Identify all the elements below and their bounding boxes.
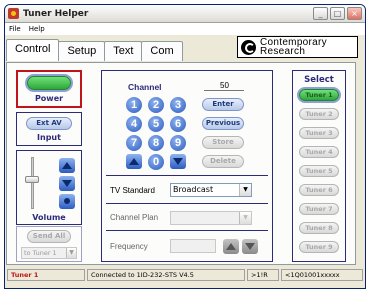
dot-icon xyxy=(64,198,70,204)
volume-up-button[interactable] xyxy=(59,158,75,173)
volume-label: Volume xyxy=(32,213,66,222)
status-bar: Tuner 1 Connected to 1ID-232-STS V4.5 >1… xyxy=(5,268,365,283)
store-button[interactable]: Store xyxy=(202,136,244,149)
arrow-up-icon xyxy=(62,162,72,169)
tv-standard-select[interactable]: Broadcast ▼ xyxy=(170,183,252,197)
keypad-8[interactable]: 8 xyxy=(148,135,164,151)
minimize-button[interactable]: _ xyxy=(313,7,328,20)
tab-control[interactable]: Control xyxy=(6,39,60,61)
tuner-5-button[interactable]: Tuner 5 xyxy=(299,165,339,177)
send-all-group: Send All to Tuner 1 ▼ xyxy=(16,226,82,262)
divider xyxy=(106,230,268,231)
channel-down-button[interactable] xyxy=(170,154,186,169)
tuner-8-button[interactable]: Tuner 8 xyxy=(299,222,339,234)
power-group: Power xyxy=(16,70,82,108)
tv-standard-value: Broadcast xyxy=(173,185,214,194)
logo-line-2: Research xyxy=(260,46,306,57)
send-target-value: to Tuner 1 xyxy=(24,249,57,257)
dropdown-caret-icon: ▼ xyxy=(239,184,251,196)
menu-file[interactable]: File xyxy=(9,25,21,33)
channel-plan-select[interactable]: ▼ xyxy=(170,211,252,225)
dropdown-caret-icon: ▼ xyxy=(239,212,251,224)
window-title: Tuner Helper xyxy=(23,8,89,19)
delete-button[interactable]: Delete xyxy=(202,155,244,168)
input-button[interactable]: Ext AV xyxy=(26,117,72,130)
keypad-9[interactable]: 9 xyxy=(170,135,186,151)
frequency-down-button[interactable] xyxy=(242,239,258,254)
keypad-1[interactable]: 1 xyxy=(126,97,142,113)
channel-value-underline xyxy=(204,90,244,91)
previous-button[interactable]: Previous xyxy=(202,117,244,130)
divider xyxy=(106,175,268,176)
arrow-down-icon xyxy=(173,158,183,165)
tuner-6-button[interactable]: Tuner 6 xyxy=(299,184,339,196)
channel-group: Channel 50 1 2 3 4 5 6 7 8 9 0 Enter Pre… xyxy=(101,70,273,262)
tab-text[interactable]: Text xyxy=(104,41,143,61)
frequency-input[interactable] xyxy=(170,239,216,253)
power-label: Power xyxy=(34,94,64,103)
select-title: Select xyxy=(304,75,334,85)
title-bar: Tuner Helper _ □ × xyxy=(5,5,365,23)
arrow-up-icon xyxy=(129,158,139,165)
input-label: Input xyxy=(37,133,61,142)
volume-down-button[interactable] xyxy=(59,176,75,191)
keypad-2[interactable]: 2 xyxy=(148,97,164,113)
status-reply: <1Q01001xxxxx xyxy=(281,269,363,281)
tuner-3-button[interactable]: Tuner 3 xyxy=(299,127,339,139)
divider xyxy=(106,203,268,204)
tv-standard-label: TV Standard xyxy=(110,186,155,195)
menu-bar: File Help xyxy=(5,23,365,35)
arrow-up-icon xyxy=(226,243,236,250)
channel-label: Channel xyxy=(128,82,162,92)
input-group: Ext AV Input xyxy=(16,112,82,146)
enter-button[interactable]: Enter xyxy=(202,98,244,111)
select-group: Select Tuner 1 Tuner 2 Tuner 3 Tuner 4 T… xyxy=(292,70,346,262)
tab-com[interactable]: Com xyxy=(141,41,183,61)
dropdown-caret-icon: ▼ xyxy=(66,248,76,258)
arrow-down-icon xyxy=(62,180,72,187)
power-button[interactable] xyxy=(27,76,71,90)
tuner-1-button[interactable]: Tuner 1 xyxy=(299,89,339,101)
keypad-4[interactable]: 4 xyxy=(126,116,142,132)
frequency-label: Frequency xyxy=(110,242,148,251)
tab-setup[interactable]: Setup xyxy=(58,41,106,61)
tab-strip: Control Setup Text Com xyxy=(6,39,183,61)
send-target-select[interactable]: to Tuner 1 ▼ xyxy=(21,247,77,259)
close-button[interactable]: × xyxy=(347,7,362,20)
maximize-button[interactable]: □ xyxy=(330,7,345,20)
keypad-6[interactable]: 6 xyxy=(170,116,186,132)
keypad-5[interactable]: 5 xyxy=(148,116,164,132)
send-all-button[interactable]: Send All xyxy=(27,230,71,243)
tuner-7-button[interactable]: Tuner 7 xyxy=(299,203,339,215)
tuner-9-button[interactable]: Tuner 9 xyxy=(299,241,339,253)
tuner-2-button[interactable]: Tuner 2 xyxy=(299,108,339,120)
volume-slider-thumb[interactable] xyxy=(25,176,39,183)
status-connection: Connected to 1ID-232-STS V4.5 xyxy=(87,269,245,281)
status-code: >1!R xyxy=(247,269,279,281)
tuner-4-button[interactable]: Tuner 4 xyxy=(299,146,339,158)
company-logo: Contemporary Research xyxy=(237,36,358,58)
keypad-7[interactable]: 7 xyxy=(126,135,142,151)
keypad-3[interactable]: 3 xyxy=(170,97,186,113)
app-icon xyxy=(8,8,19,19)
mute-button[interactable] xyxy=(59,194,75,209)
status-tuner: Tuner 1 xyxy=(7,269,85,281)
frequency-up-button[interactable] xyxy=(223,239,239,254)
volume-group: Volume xyxy=(16,150,82,225)
volume-slider-track[interactable] xyxy=(31,157,34,209)
arrow-down-icon xyxy=(245,243,255,250)
logo-mark-icon xyxy=(241,39,256,55)
channel-plan-label: Channel Plan xyxy=(110,213,159,222)
keypad-0[interactable]: 0 xyxy=(148,154,164,170)
control-panel: Power Ext AV Input Volume Send All to Tu… xyxy=(6,62,356,265)
channel-value: 50 xyxy=(220,81,229,90)
menu-help[interactable]: Help xyxy=(29,25,45,33)
channel-up-button[interactable] xyxy=(126,154,142,169)
